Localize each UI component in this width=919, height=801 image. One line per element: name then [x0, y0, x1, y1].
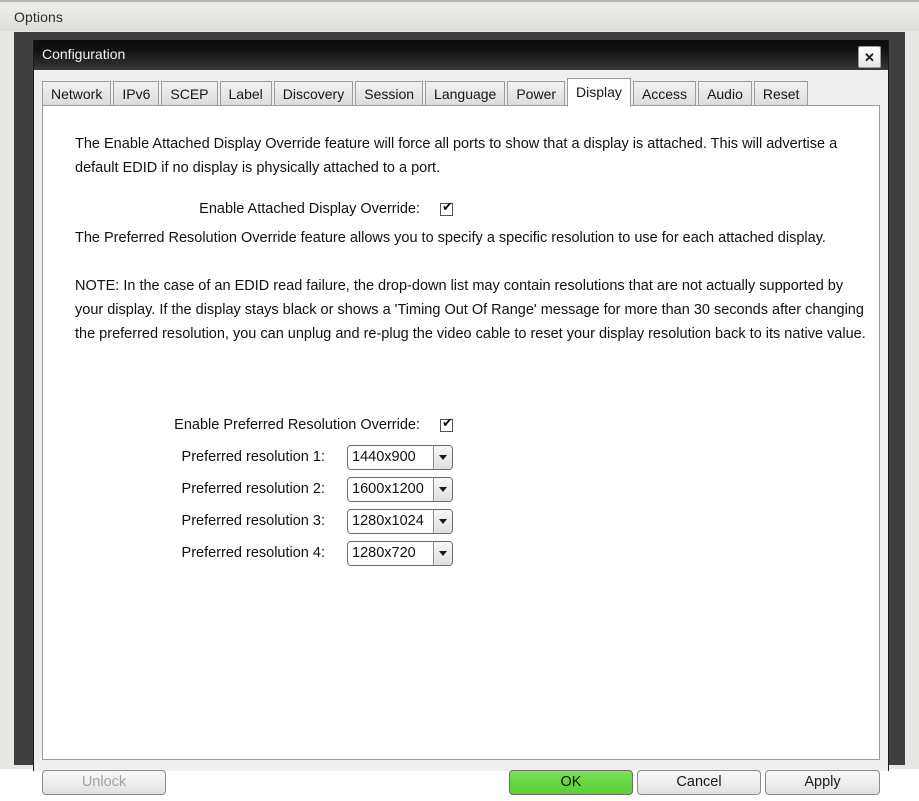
chevron-down-icon[interactable]: [433, 541, 452, 565]
preferred-resolution-override-checkbox[interactable]: ✔: [440, 415, 453, 432]
options-application-window: Options Configuration ✕ Network IPv6 SCE…: [0, 0, 919, 795]
chevron-down-icon[interactable]: [433, 509, 452, 533]
tab-language[interactable]: Language: [425, 81, 506, 106]
tab-access[interactable]: Access: [632, 81, 697, 106]
preferred-resolution-note: NOTE: In the case of an EDID read failur…: [75, 278, 866, 342]
preferred-resolution-3-dropdown[interactable]: 1280x1024: [347, 508, 453, 534]
attached-display-override-row: Enable Attached Display Override: ✔: [123, 198, 453, 220]
tab-label[interactable]: Label: [219, 81, 272, 106]
preferred-resolution-override-description: The Preferred Resolution Override featur…: [75, 230, 826, 246]
close-icon[interactable]: ✕: [858, 46, 881, 68]
tab-session[interactable]: Session: [355, 81, 424, 106]
tab-network[interactable]: Network: [42, 81, 112, 106]
close-x-glyph: ✕: [864, 49, 875, 65]
options-titlebar: Options: [0, 4, 919, 31]
tab-reset[interactable]: Reset: [753, 81, 809, 106]
preferred-resolution-2-dropdown[interactable]: 1600x1200: [347, 476, 453, 502]
preferred-resolution-2-value: 1600x1200: [348, 477, 433, 501]
apply-button[interactable]: Apply: [765, 770, 880, 795]
configuration-titlebar: Configuration ✕: [34, 40, 888, 70]
tab-power[interactable]: Power: [507, 81, 566, 106]
attached-display-override-checkbox[interactable]: ✔: [440, 199, 453, 216]
dialog-button-bar: Unlock OK Cancel Apply: [34, 766, 888, 801]
unlock-button[interactable]: Unlock: [42, 770, 166, 795]
tab-display[interactable]: Display: [567, 78, 631, 107]
chevron-down-icon[interactable]: [433, 445, 452, 469]
tab-ipv6[interactable]: IPv6: [113, 81, 160, 106]
preferred-resolution-4-row: Preferred resolution 4: 1280x720: [123, 540, 453, 566]
display-tab-panel: The Enable Attached Display Override fea…: [42, 105, 880, 760]
preferred-resolution-2-label: Preferred resolution 2:: [181, 481, 325, 497]
preferred-resolution-4-dropdown[interactable]: 1280x720: [347, 540, 453, 566]
ok-button[interactable]: OK: [509, 770, 633, 795]
preferred-resolution-4-value: 1280x720: [348, 541, 433, 565]
preferred-resolution-1-value: 1440x900: [348, 445, 433, 469]
attached-display-override-description: The Enable Attached Display Override fea…: [75, 136, 838, 176]
preferred-resolution-override-row: Enable Preferred Resolution Override: ✔: [123, 414, 453, 436]
tab-discovery[interactable]: Discovery: [273, 81, 354, 106]
preferred-resolution-3-value: 1280x1024: [348, 509, 433, 533]
dialog-body: Network IPv6 SCEP Label Discovery Sessio…: [34, 70, 888, 795]
preferred-resolution-2-row: Preferred resolution 2: 1600x1200: [123, 476, 453, 502]
tab-audio[interactable]: Audio: [698, 81, 752, 106]
tab-scep[interactable]: SCEP: [161, 81, 218, 106]
configuration-dialog: Configuration ✕ Network IPv6 SCEP Label …: [33, 40, 889, 795]
preferred-resolution-4-label: Preferred resolution 4:: [181, 545, 325, 561]
preferred-resolution-1-label: Preferred resolution 1:: [181, 449, 325, 465]
checkmark-icon: ✔: [442, 199, 453, 215]
preferred-resolution-1-dropdown[interactable]: 1440x900: [347, 444, 453, 470]
configuration-dialog-title: Configuration: [42, 46, 126, 62]
options-window-title: Options: [14, 9, 63, 25]
cancel-button[interactable]: Cancel: [637, 770, 761, 795]
preferred-resolution-override-label: Enable Preferred Resolution Override:: [174, 417, 420, 433]
chevron-down-icon[interactable]: [433, 477, 452, 501]
preferred-resolution-1-row: Preferred resolution 1: 1440x900: [123, 444, 453, 470]
checkmark-icon: ✔: [442, 415, 453, 431]
preferred-resolution-3-label: Preferred resolution 3:: [181, 513, 325, 529]
attached-display-override-label: Enable Attached Display Override:: [199, 201, 420, 217]
tab-strip: Network IPv6 SCEP Label Discovery Sessio…: [42, 77, 880, 107]
preferred-resolution-3-row: Preferred resolution 3: 1280x1024: [123, 508, 453, 534]
